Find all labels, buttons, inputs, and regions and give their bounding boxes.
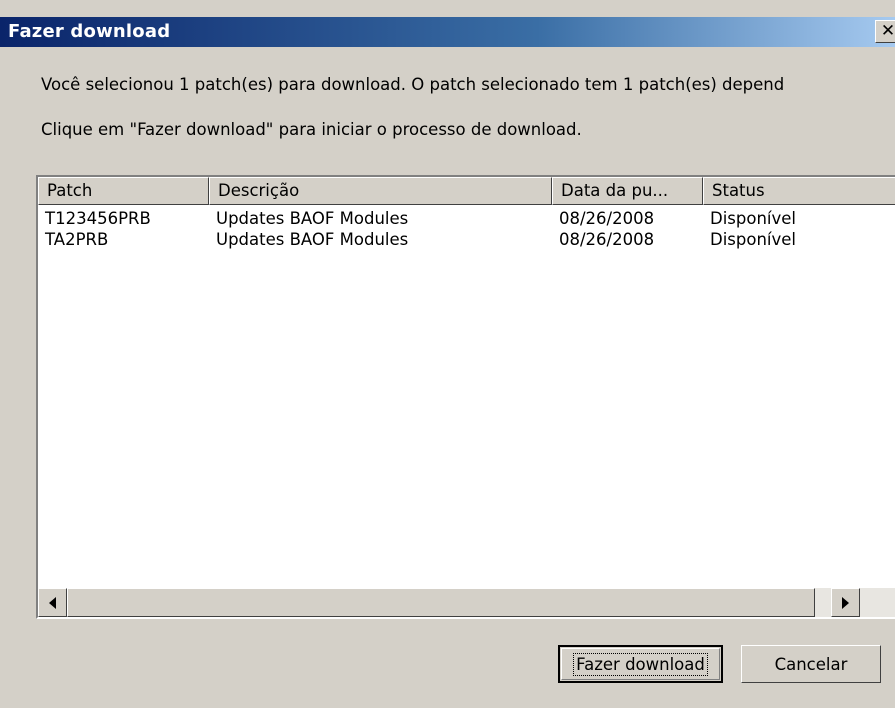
- scroll-right-button[interactable]: [831, 588, 860, 617]
- cell-status: Disponível: [710, 230, 796, 249]
- column-header-date[interactable]: Data da pu...: [552, 177, 703, 205]
- instruction-message: Clique em "Fazer download" para iniciar …: [41, 120, 582, 139]
- cell-date: 08/26/2008: [559, 230, 655, 249]
- patch-list[interactable]: Patch Descrição Data da pu... Status T12…: [36, 175, 895, 619]
- list-rows: T123456PRB Updates BAOF Modules 08/26/20…: [38, 209, 895, 251]
- horizontal-scrollbar[interactable]: [38, 588, 895, 617]
- download-button-label: Fazer download: [573, 652, 708, 676]
- cell-patch: T123456PRB: [45, 209, 151, 228]
- cell-status: Disponível: [710, 209, 796, 228]
- scroll-thumb[interactable]: [67, 588, 815, 617]
- cancel-button-label: Cancelar: [774, 654, 848, 674]
- cell-description: Updates BAOF Modules: [216, 230, 409, 249]
- close-button[interactable]: ✕: [875, 20, 895, 43]
- arrow-right-icon: [842, 596, 849, 609]
- cell-patch: TA2PRB: [45, 230, 109, 249]
- column-header-patch[interactable]: Patch: [38, 177, 209, 205]
- cancel-button[interactable]: Cancelar: [741, 645, 881, 683]
- column-header-status[interactable]: Status: [703, 177, 895, 205]
- selection-message: Você selecionou 1 patch(es) para downloa…: [41, 75, 785, 94]
- scroll-left-button[interactable]: [38, 588, 67, 617]
- close-icon: ✕: [880, 21, 895, 41]
- cell-description: Updates BAOF Modules: [216, 209, 409, 228]
- download-button[interactable]: Fazer download: [558, 645, 723, 683]
- arrow-left-icon: [49, 596, 56, 609]
- column-header-description[interactable]: Descrição: [209, 177, 552, 205]
- cell-date: 08/26/2008: [559, 209, 655, 228]
- table-row[interactable]: TA2PRB Updates BAOF Modules 08/26/2008 D…: [38, 230, 895, 251]
- table-row[interactable]: T123456PRB Updates BAOF Modules 08/26/20…: [38, 209, 895, 230]
- title-bar[interactable]: Fazer download ✕: [0, 17, 895, 47]
- dialog-title: Fazer download: [8, 21, 171, 42]
- download-dialog: Fazer download ✕ Você selecionou 1 patch…: [0, 0, 895, 708]
- list-header: Patch Descrição Data da pu... Status: [38, 177, 895, 205]
